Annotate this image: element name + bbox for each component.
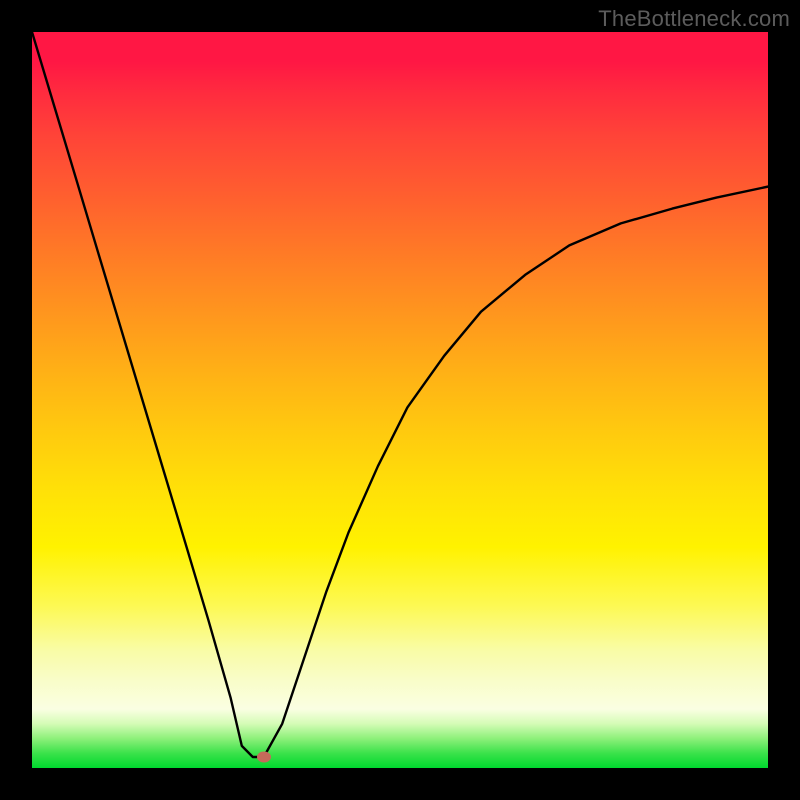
watermark-text: TheBottleneck.com [598, 6, 790, 32]
chart-frame: TheBottleneck.com [0, 0, 800, 800]
optimum-marker-dot [257, 751, 271, 762]
plot-area [32, 32, 768, 768]
bottleneck-curve [32, 32, 768, 768]
